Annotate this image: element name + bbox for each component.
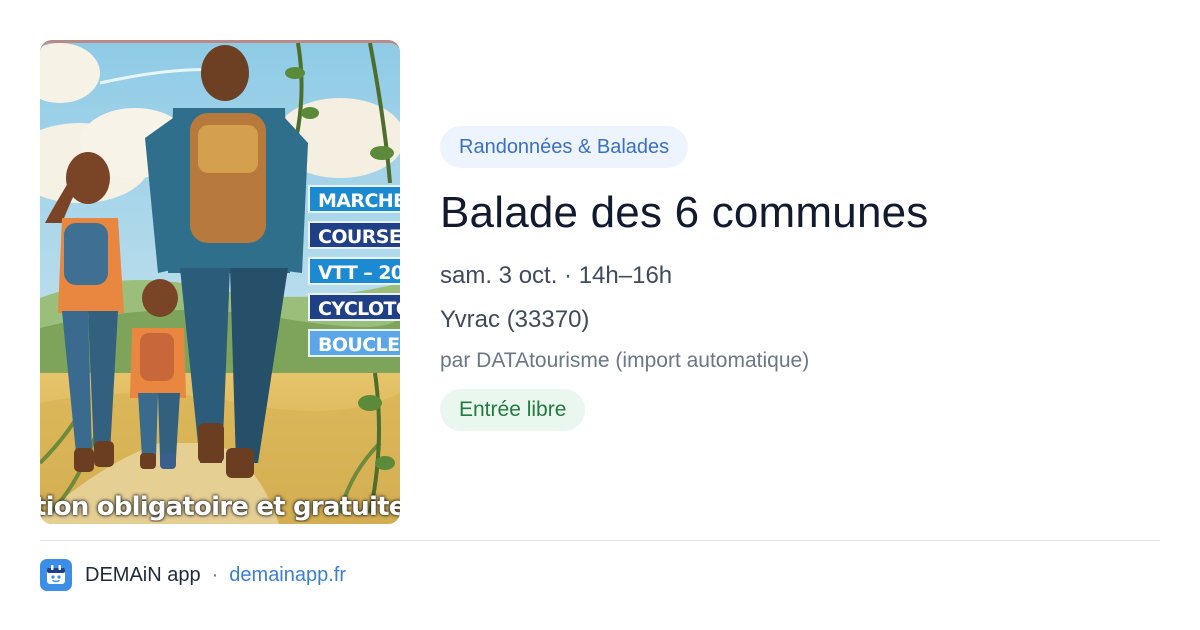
event-datetime: sam. 3 oct. · 14h–16h [440, 262, 673, 289]
event-info: Randonnées & Balades Balade des 6 commun… [440, 126, 1160, 431]
footer: DEMAiN app · demainapp.fr [40, 558, 346, 592]
category-chip[interactable]: Randonnées & Balades [440, 126, 689, 168]
calendar-glyph-icon [47, 565, 65, 584]
calendar-app-icon[interactable] [40, 559, 72, 591]
event-poster-image[interactable]: MARCHE – COURSE A VTT – 20 K CYCLOTOU BO… [40, 40, 400, 524]
route-tag-course: COURSE A [308, 221, 400, 249]
route-tags: MARCHE – COURSE A VTT – 20 K CYCLOTOU BO… [308, 185, 400, 365]
app-website-link[interactable]: demainapp.fr [229, 564, 346, 587]
poster-caption: tion obligatoire et gratuite [40, 492, 400, 522]
event-title[interactable]: Balade des 6 communes [440, 185, 1160, 241]
route-tag-marche: MARCHE – [308, 185, 400, 213]
footer-separator: · [211, 563, 219, 586]
price-badge: Entrée libre [440, 389, 586, 431]
event-source: par DATAtourisme (import automatique) [440, 349, 810, 372]
footer-divider [40, 540, 1160, 541]
route-tag-vtt: VTT – 20 K [308, 257, 400, 285]
event-location: Yvrac (33370) [440, 306, 590, 333]
route-tag-boucle: BOUCLE F [308, 329, 400, 357]
route-tag-cyclotourisme: CYCLOTOU [308, 293, 400, 321]
app-name: DEMAiN app [85, 563, 201, 586]
